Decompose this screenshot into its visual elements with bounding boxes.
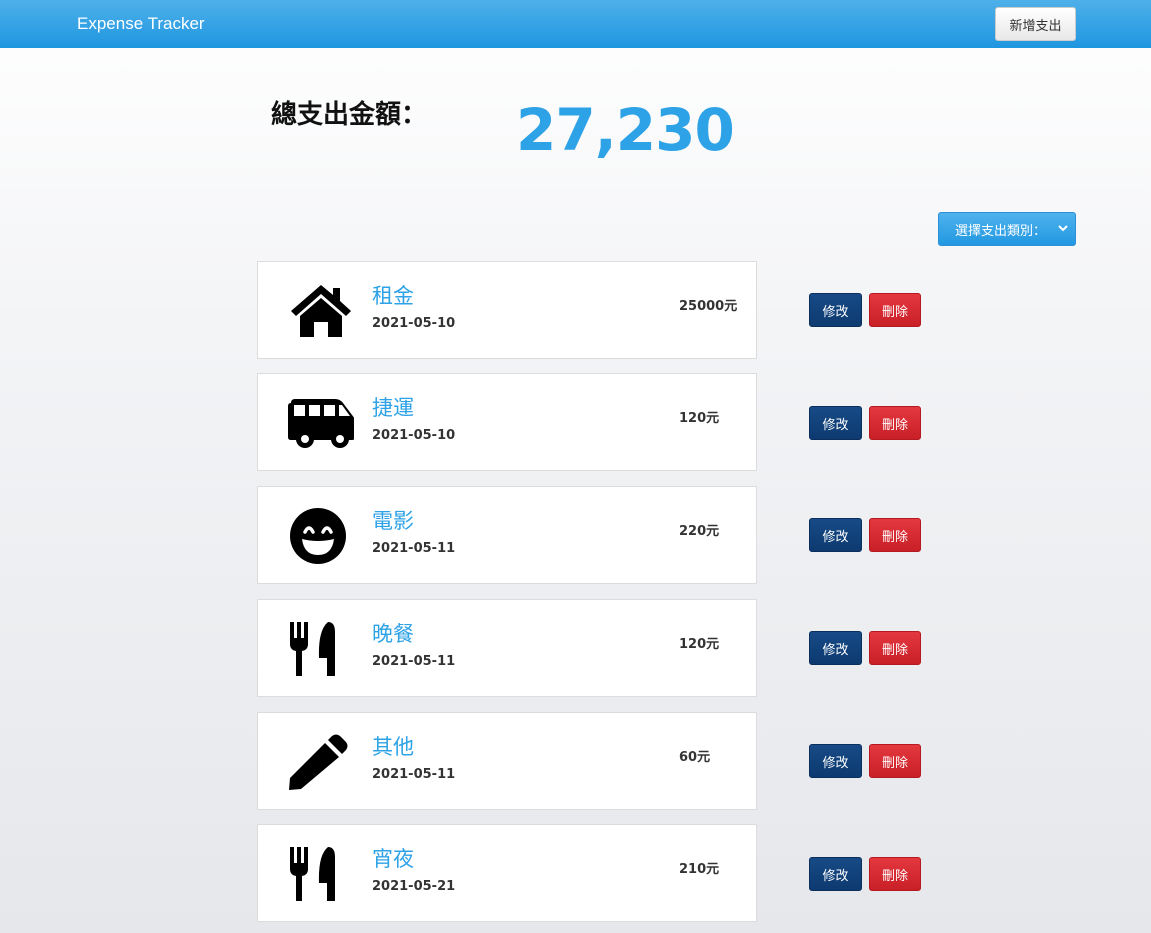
record-amount: 120元: [679, 637, 720, 652]
record-date: 2021-05-11: [372, 654, 456, 669]
total-label: 總支出金額：: [271, 100, 428, 130]
record-name: 租金: [372, 284, 414, 308]
pen-icon: [289, 734, 348, 790]
expense-record: 晚餐 2021-05-11 120元: [257, 599, 757, 697]
delete-button[interactable]: 刪除: [869, 857, 921, 891]
grin-beam-icon: [290, 508, 346, 564]
record-amount: 210元: [679, 862, 720, 877]
add-expense-button[interactable]: 新增支出: [995, 7, 1076, 41]
home-icon: [291, 285, 351, 337]
record-name: 捷運: [372, 396, 414, 420]
record-name: 宵夜: [372, 847, 414, 871]
record-amount: 120元: [679, 411, 720, 426]
edit-button[interactable]: 修改: [809, 631, 862, 665]
delete-button[interactable]: 刪除: [869, 518, 921, 552]
expense-record: 其他 2021-05-11 60元: [257, 712, 757, 810]
delete-button[interactable]: 刪除: [869, 631, 921, 665]
expense-record: 宵夜 2021-05-21 210元: [257, 824, 757, 922]
record-amount: 25000元: [679, 299, 738, 314]
record-date: 2021-05-10: [372, 316, 456, 331]
record-name: 晚餐: [372, 622, 414, 646]
delete-button[interactable]: 刪除: [869, 293, 921, 327]
category-filter-label: 選擇支出類別：: [955, 223, 1047, 239]
shuttle-van-icon: [288, 399, 354, 448]
expense-record: 捷運 2021-05-10 120元: [257, 373, 757, 471]
edit-button[interactable]: 修改: [809, 744, 862, 778]
edit-button[interactable]: 修改: [809, 518, 862, 552]
chevron-down-icon: [1058, 225, 1068, 232]
record-date: 2021-05-10: [372, 428, 456, 443]
utensils-icon: [290, 847, 335, 901]
delete-button[interactable]: 刪除: [869, 744, 921, 778]
expense-record: 租金 2021-05-10 25000元: [257, 261, 757, 359]
record-name: 其他: [372, 735, 414, 759]
record-date: 2021-05-21: [372, 879, 456, 894]
record-amount: 220元: [679, 524, 720, 539]
edit-button[interactable]: 修改: [809, 857, 862, 891]
record-amount: 60元: [679, 750, 711, 765]
delete-button[interactable]: 刪除: [869, 406, 921, 440]
edit-button[interactable]: 修改: [809, 293, 862, 327]
expense-record: 電影 2021-05-11 220元: [257, 486, 757, 584]
record-date: 2021-05-11: [372, 767, 456, 782]
record-name: 電影: [372, 509, 414, 533]
app-brand[interactable]: Expense Tracker: [77, 14, 205, 34]
category-filter-select[interactable]: 選擇支出類別：: [938, 212, 1076, 246]
top-navbar: Expense Tracker 新增支出: [0, 0, 1151, 48]
record-date: 2021-05-11: [372, 541, 456, 556]
edit-button[interactable]: 修改: [809, 406, 862, 440]
total-amount: 27,230: [516, 96, 735, 164]
utensils-icon: [290, 622, 335, 676]
